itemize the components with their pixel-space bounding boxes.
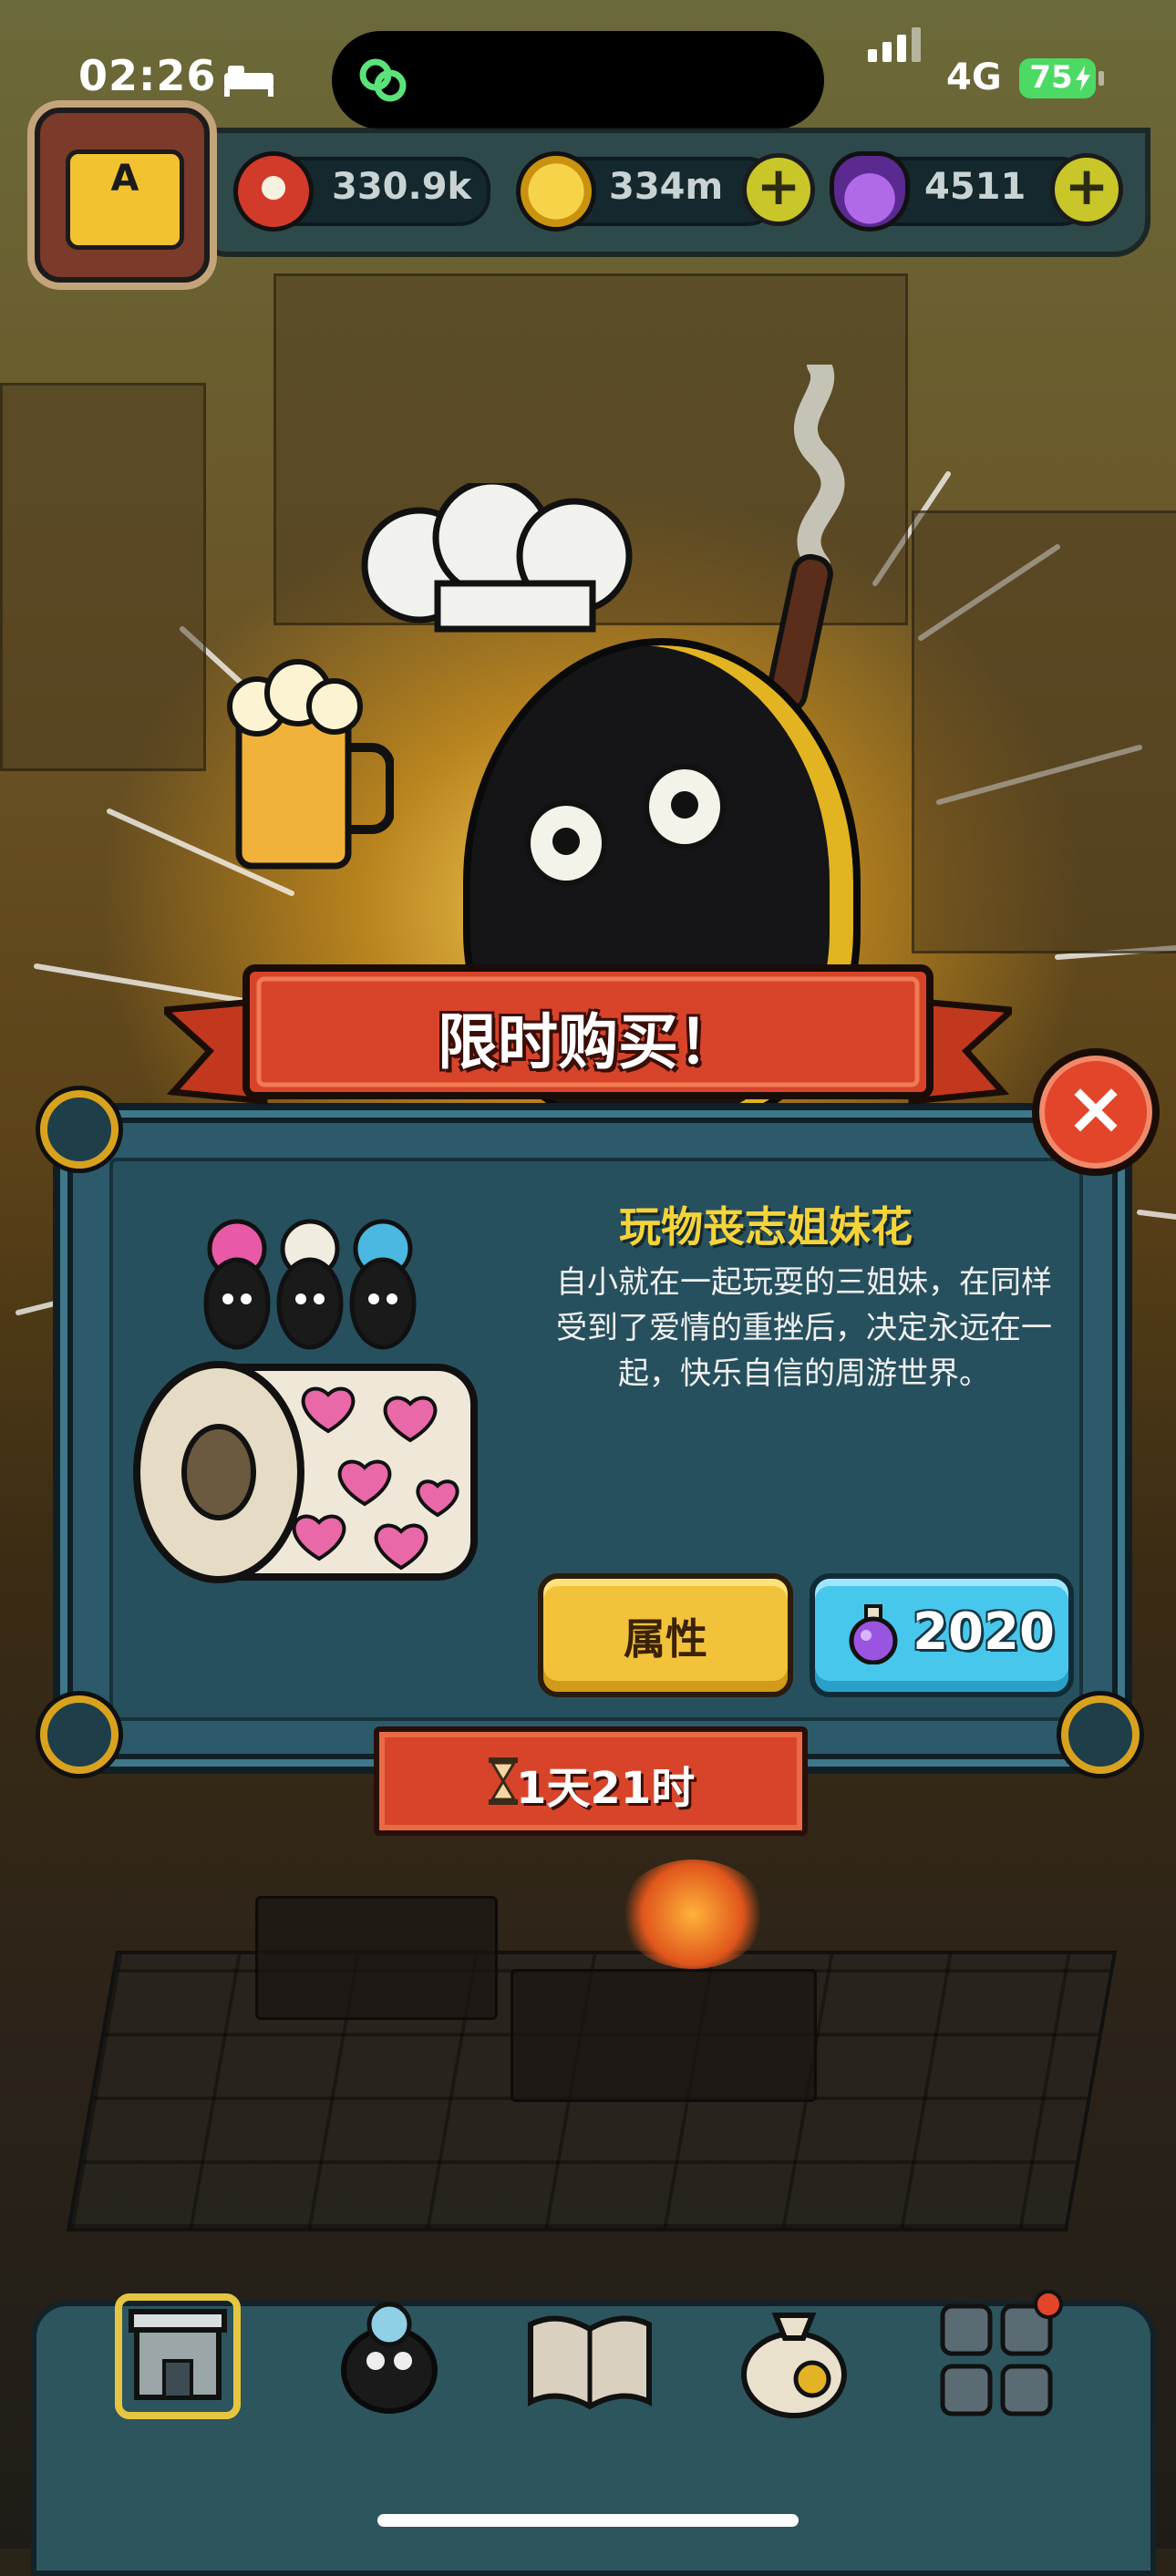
recipe-book-icon[interactable] — [521, 2288, 658, 2425]
panel-corner-ornament — [40, 1090, 119, 1169]
item-name: 玩物丧志姐妹花 — [619, 1202, 913, 1252]
beer-mug-illustration — [227, 659, 394, 870]
player-avatar[interactable]: A — [35, 108, 210, 283]
time-remaining-tag: 1天21时 — [374, 1726, 808, 1836]
background-building — [0, 383, 206, 771]
offer-title: 限时购买！ — [438, 1007, 738, 1077]
add-potions-button[interactable]: + — [1050, 153, 1123, 226]
status-time: 02:26 — [78, 51, 217, 100]
monster-characters-icon[interactable] — [321, 2288, 458, 2425]
chef-hat-illustration — [361, 483, 633, 633]
eyes-amount: 330.9k — [332, 166, 472, 208]
avatar-rank-letter: A — [110, 158, 139, 200]
cigar-smoke-illustration — [766, 365, 845, 711]
background-building — [912, 510, 1176, 953]
battery-tip — [1099, 71, 1104, 86]
charging-bolt-icon — [1076, 66, 1090, 91]
toilet-paper-roll-illustration — [133, 1361, 478, 1583]
kitchen-counter — [255, 1896, 498, 2020]
character-eye — [525, 800, 607, 886]
sleep-bed-icon — [224, 66, 273, 97]
network-type: 4G — [946, 57, 1002, 98]
purple-potion-icon — [830, 151, 910, 232]
item-description: 自小就在一起玩耍的三姐妹，在同样受到了爱情的重挫后，决定永远在一起，快乐自信的周… — [556, 1264, 1052, 1392]
buy-button[interactable]: 2020 — [810, 1573, 1074, 1697]
home-indicator[interactable] — [377, 2514, 799, 2527]
potions-amount: 4511 — [924, 166, 1026, 208]
close-button[interactable]: × — [1032, 1048, 1160, 1176]
eyeball-currency-icon — [233, 151, 314, 232]
purple-potion-icon — [849, 1604, 898, 1664]
chain-link-icon — [359, 58, 407, 102]
coins-amount: 334m — [609, 166, 724, 208]
time-remaining: 1天21时 — [516, 1763, 696, 1814]
gold-coin-icon — [516, 151, 596, 232]
hourglass-icon — [489, 1757, 518, 1805]
attributes-button-label: 属性 — [624, 1614, 707, 1664]
money-bag-icon[interactable] — [726, 2288, 862, 2425]
fire-flame — [620, 1860, 766, 1969]
crown-icon: A — [66, 149, 184, 250]
panel-corner-ornament — [40, 1695, 119, 1774]
attributes-button[interactable]: 属性 — [538, 1573, 793, 1697]
character-eye — [644, 764, 726, 850]
battery-icon: 75 — [1019, 58, 1096, 98]
shop-building-icon[interactable] — [109, 2288, 246, 2425]
kitchen-stove — [511, 1969, 817, 2102]
panel-corner-ornament — [1061, 1695, 1140, 1774]
more-grid-icon[interactable] — [930, 2288, 1067, 2425]
close-icon: × — [1065, 1066, 1127, 1150]
add-coins-button[interactable]: + — [742, 153, 815, 226]
buy-price: 2020 — [913, 1602, 1055, 1662]
